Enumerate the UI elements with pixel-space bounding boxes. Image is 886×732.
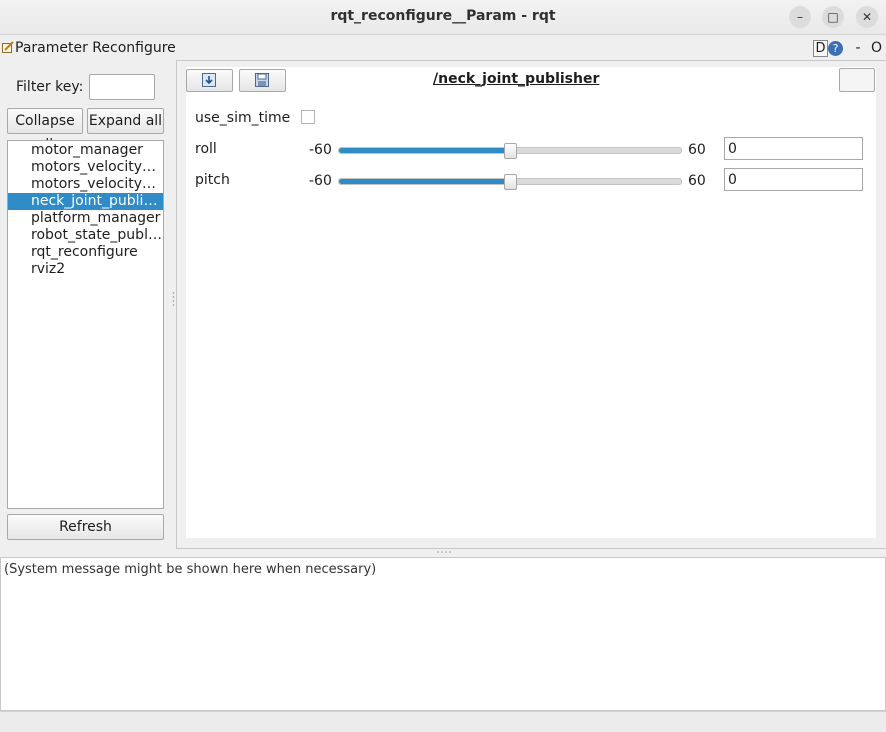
minimize-icon: – [797,10,803,24]
window-titlebar: rqt_reconfigure__Param - rqt – □ ✕ [0,0,886,35]
node-list-item[interactable]: motors_velocity_publisher [8,176,163,193]
node-list-item[interactable]: rqt_reconfigure [8,244,163,261]
parameter-editor: /neck_joint_publisher use_sim_time roll … [186,67,876,538]
system-message-text: (System message might be shown here when… [4,562,377,577]
param-label-pitch: pitch [195,172,230,188]
load-icon [202,73,216,87]
param-label-use-sim-time: use_sim_time [195,110,291,126]
dock-d-button[interactable]: D [813,40,828,57]
close-button[interactable]: ✕ [856,6,878,28]
roll-slider-fill [339,148,510,153]
pitch-min-label: -60 [309,173,332,189]
dock-close-button[interactable]: O [871,40,882,56]
maximize-icon: □ [827,10,839,24]
node-list[interactable]: motor_managermotors_velocity_controllerm… [7,140,164,509]
pencil-icon [2,41,14,53]
roll-min-label: -60 [309,142,332,158]
node-list-item[interactable]: rviz2 [8,261,163,278]
load-button[interactable] [186,69,233,92]
window-title: rqt_reconfigure__Param - rqt [330,8,556,24]
node-list-item[interactable]: motors_velocity_controller [8,159,163,176]
node-list-item[interactable]: motor_manager [8,142,163,159]
system-message-console: (System message might be shown here when… [0,557,886,711]
pitch-value-input[interactable]: 0 [724,168,863,191]
pitch-slider[interactable] [338,174,682,190]
roll-slider[interactable] [338,143,682,159]
roll-max-label: 60 [688,142,706,158]
node-browser-panel: Filter key: Collapse all Expand all moto… [0,60,172,547]
pitch-slider-handle[interactable] [504,174,517,190]
panel-splitter-handle[interactable] [172,290,175,308]
filter-key-input[interactable] [89,74,155,100]
collapse-all-button[interactable]: Collapse all [7,108,83,153]
node-list-item[interactable]: neck_joint_publisher [8,193,163,210]
expand-all-button[interactable]: Expand all [87,108,164,134]
node-title: /neck_joint_publisher [433,71,600,87]
node-list-item[interactable]: robot_state_publisher [8,227,163,244]
close-icon: ✕ [861,10,873,24]
save-button[interactable] [239,69,286,92]
plugin-header: Parameter Reconfigure D? - O [0,35,886,59]
node-list-item[interactable]: platform_manager [8,210,163,227]
pitch-max-label: 60 [688,173,706,189]
plugin-title: Parameter Reconfigure [15,40,176,56]
help-icon[interactable]: ? [828,41,843,56]
minimize-button[interactable]: – [789,6,811,28]
refresh-button[interactable]: Refresh [7,514,164,540]
roll-slider-handle[interactable] [504,143,517,159]
save-icon [255,73,269,87]
dock-buttons: D? - O [813,40,882,57]
pitch-slider-fill [339,179,510,184]
roll-value-input[interactable]: 0 [724,137,863,160]
param-label-roll: roll [195,141,217,157]
close-editor-button[interactable] [839,68,875,92]
maximize-button[interactable]: □ [822,6,844,28]
status-bar [0,711,886,732]
parameter-editor-frame: /neck_joint_publisher use_sim_time roll … [176,60,886,549]
plugin-title-area: Parameter Reconfigure [2,40,176,56]
dock-minimize-button[interactable]: - [855,40,860,56]
filter-key-label: Filter key: [16,79,84,95]
console-splitter-handle[interactable] [436,550,452,554]
use-sim-time-checkbox[interactable] [301,110,315,124]
